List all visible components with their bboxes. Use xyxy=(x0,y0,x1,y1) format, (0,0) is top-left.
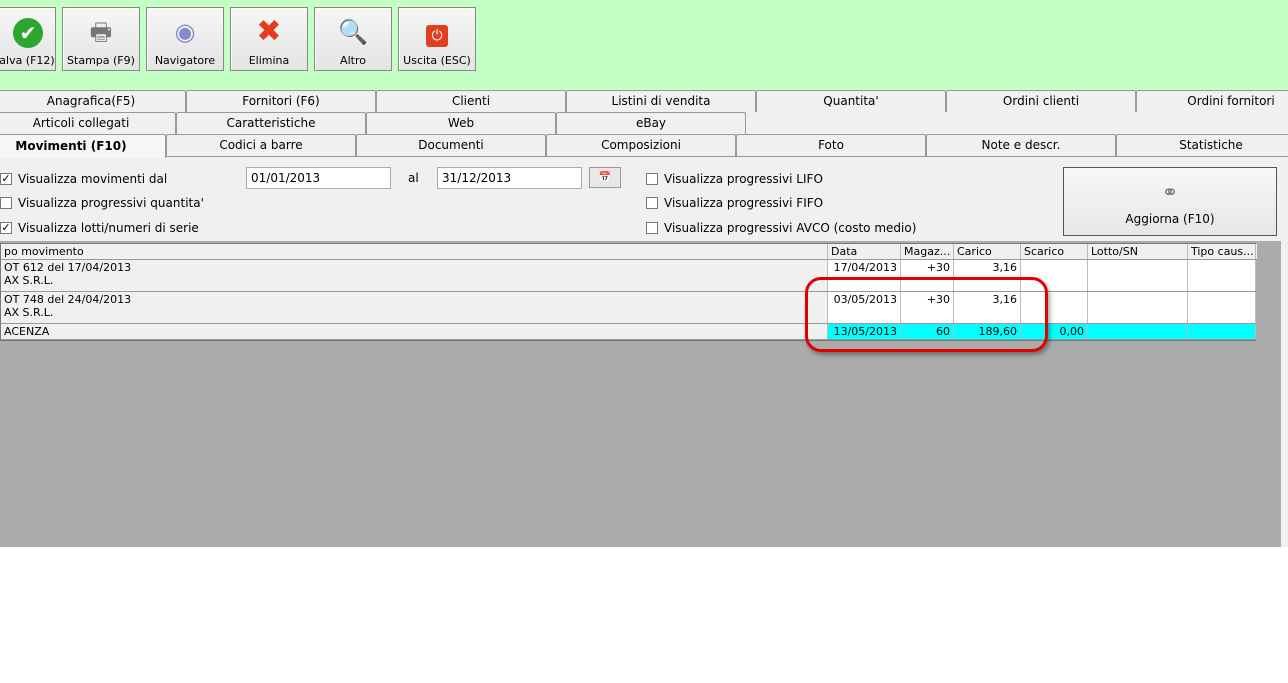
checkmark-icon: ✓ xyxy=(0,221,12,234)
calendar-button[interactable]: 📅 xyxy=(589,167,621,188)
cell-lotto xyxy=(1088,324,1188,339)
annotation-highlight xyxy=(805,277,1048,352)
refresh-button[interactable]: ⚭ Aggiorna (F10) xyxy=(1063,167,1277,236)
exit-button[interactable]: ⏻ Uscita (ESC) xyxy=(398,7,476,71)
tab-ordini-fornitori[interactable]: Ordini fornitori xyxy=(1136,90,1288,112)
search-book-icon: 🔍 xyxy=(338,18,368,46)
tab-movimenti[interactable]: Movimenti (F10) xyxy=(0,134,166,158)
cell-description: ACENZA xyxy=(1,324,828,339)
al-label: al xyxy=(408,171,419,185)
description-line: ACENZA xyxy=(4,325,50,338)
cell-description: OT 612 del 17/04/2013 AX S.R.L. xyxy=(1,260,828,291)
calendar-icon: 📅 xyxy=(598,172,612,183)
checkbox-box xyxy=(0,197,12,209)
date-from-input[interactable]: 01/01/2013 xyxy=(246,167,391,189)
tab-divider xyxy=(166,156,1288,157)
show-movements-checkbox[interactable]: ✓ Visualizza movimenti dal xyxy=(0,172,167,186)
tab-caratteristiche[interactable]: Caratteristiche xyxy=(176,112,366,134)
header-magazzino[interactable]: Magaz... xyxy=(901,244,954,259)
fifo-checkbox[interactable]: Visualizza progressivi FIFO xyxy=(646,196,823,210)
table-row[interactable]: OT 612 del 17/04/2013 AX S.R.L. 17/04/201… xyxy=(1,260,1257,292)
cell-tipo-causale xyxy=(1188,260,1256,291)
header-scarico[interactable]: Scarico xyxy=(1021,244,1088,259)
power-icon: ⏻ xyxy=(399,14,475,50)
progressive-qty-checkbox[interactable]: Visualizza progressivi quantita' xyxy=(0,196,204,210)
cell-lotto xyxy=(1088,260,1188,291)
header-lotto[interactable]: Lotto/SN xyxy=(1088,244,1188,259)
tab-fornitori[interactable]: Fornitori (F6) xyxy=(186,90,376,112)
header-tipo-movimento[interactable]: po movimento xyxy=(1,244,828,259)
tab-listini[interactable]: Listini di vendita xyxy=(566,90,756,112)
lifo-checkbox[interactable]: Visualizza progressivi LIFO xyxy=(646,172,823,186)
tab-articoli-collegati[interactable]: Articoli collegati xyxy=(0,112,176,134)
tab-composizioni[interactable]: Composizioni xyxy=(546,134,736,156)
toolbar: ✔ alva (F12) 🖶 Stampa (F9) ◉ Navigatore ✖ El… xyxy=(0,0,1288,90)
delete-button[interactable]: ✖ Elimina xyxy=(230,7,308,71)
tab-ebay[interactable]: eBay xyxy=(556,112,746,134)
tab-anagrafica[interactable]: Anagrafica(F5) xyxy=(0,90,186,112)
tab-codici-barre[interactable]: Codici a barre xyxy=(166,134,356,156)
description-line: OT 748 del 24/04/2013 xyxy=(4,293,132,306)
cell-tipo-causale xyxy=(1188,292,1256,323)
navigator-button[interactable]: ◉ Navigatore xyxy=(146,7,224,71)
table-row[interactable]: OT 748 del 24/04/2013 AX S.R.L. 03/05/201… xyxy=(1,292,1257,324)
header-tipo-causale[interactable]: Tipo caus... xyxy=(1188,244,1256,259)
tab-ordini-clienti[interactable]: Ordini clienti xyxy=(946,90,1136,112)
header-carico[interactable]: Carico xyxy=(954,244,1021,259)
tab-quantita[interactable]: Quantita' xyxy=(756,90,946,112)
supplier-line: AX S.R.L. xyxy=(4,274,54,287)
tab-foto[interactable]: Foto xyxy=(736,134,926,156)
save-button[interactable]: ✔ alva (F12) xyxy=(0,7,56,71)
tab-clienti[interactable]: Clienti xyxy=(376,90,566,112)
print-button[interactable]: 🖶 Stampa (F9) xyxy=(62,7,140,71)
cell-tipo-causale xyxy=(1188,324,1256,339)
tab-note[interactable]: Note e descr. xyxy=(926,134,1116,156)
cell-lotto xyxy=(1088,292,1188,323)
other-button[interactable]: 🔍 Altro xyxy=(314,7,392,71)
date-to-input[interactable]: 31/12/2013 xyxy=(437,167,582,189)
header-data[interactable]: Data xyxy=(828,244,901,259)
tab-documenti[interactable]: Documenti xyxy=(356,134,546,156)
tab-web[interactable]: Web xyxy=(366,112,556,134)
avco-checkbox[interactable]: Visualizza progressivi AVCO (costo medio… xyxy=(646,221,916,235)
binoculars-icon: ⚭ xyxy=(1161,180,1179,204)
check-icon: ✔ xyxy=(0,14,55,50)
supplier-line: AX S.R.L. xyxy=(4,306,54,319)
lots-checkbox[interactable]: ✓ Visualizza lotti/numeri di serie xyxy=(0,221,199,235)
checkmark-icon: ✓ xyxy=(0,172,12,185)
checkbox-box xyxy=(646,222,658,234)
cell-description: OT 748 del 24/04/2013 AX S.R.L. xyxy=(1,292,828,323)
description-line: OT 612 del 17/04/2013 xyxy=(4,261,132,274)
printer-icon: 🖶 xyxy=(89,18,113,46)
tab-statistiche[interactable]: Statistiche xyxy=(1116,134,1288,156)
compass-icon: ◉ xyxy=(174,18,196,46)
grid-header: po movimento Data Magaz... Carico Scaric… xyxy=(1,244,1257,260)
table-row[interactable]: ACENZA 13/05/2013 60 189,60 0,00 xyxy=(1,324,1257,340)
checkbox-box xyxy=(646,197,658,209)
delete-x-icon: ✖ xyxy=(256,14,282,49)
checkbox-box xyxy=(646,173,658,185)
movements-grid: po movimento Data Magaz... Carico Scaric… xyxy=(0,243,1257,341)
